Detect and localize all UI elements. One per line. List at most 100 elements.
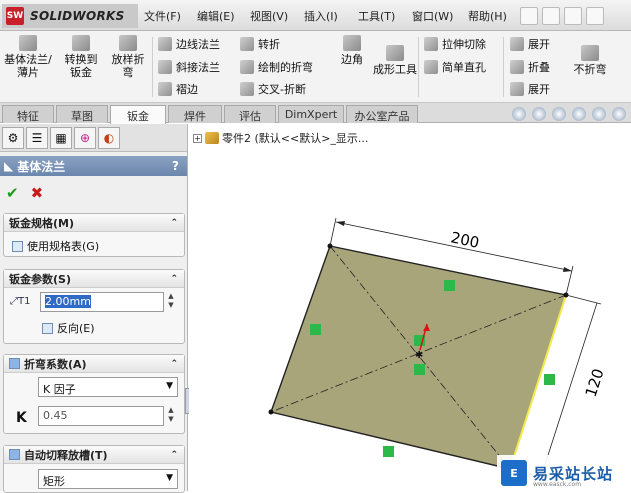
new-document-icon[interactable] <box>542 7 560 25</box>
menu-help[interactable]: 帮助(H) <box>468 8 507 24</box>
thickness-icon: ⤢T1 <box>10 296 31 307</box>
forming-tool-button[interactable]: 成形工具 <box>372 45 418 76</box>
tab-weldments[interactable]: 焊件 <box>168 105 222 123</box>
zoom-area-icon[interactable] <box>532 107 546 121</box>
unfold-button[interactable]: 展开 <box>510 36 550 52</box>
property-manager-panel: ⚙ ☰ ▦ ⊕ ◐ ◣ 基体法兰 ? ✔ ✖ 钣金规格(M) ⌃ 使用规格表(G… <box>0 124 191 493</box>
menu-view[interactable]: 视图(V) <box>250 8 288 24</box>
lofted-bend-icon <box>119 35 137 51</box>
bend-allowance-checkbox[interactable] <box>9 358 20 369</box>
jog-icon <box>240 37 254 51</box>
miter-flange-button[interactable]: 斜接法兰 <box>158 59 220 75</box>
tab-sketch[interactable]: 草图 <box>56 105 108 123</box>
collapse-icon[interactable]: ⌃ <box>170 274 178 284</box>
thickness-spinner[interactable]: ▲ ▼ <box>166 292 176 312</box>
sketched-bend-icon <box>240 60 254 74</box>
use-gauge-table-checkbox[interactable]: 使用规格表(G) <box>12 238 99 254</box>
sketched-bend-button[interactable]: 绘制的折弯 <box>240 59 313 75</box>
display-style-icon[interactable] <box>612 107 626 121</box>
flatten-button[interactable]: 展开 <box>510 81 550 97</box>
section-view-icon[interactable] <box>572 107 586 121</box>
zoom-to-fit-icon[interactable] <box>512 107 526 121</box>
k-factor-input[interactable]: 0.45 <box>38 406 164 426</box>
edge-flange-button[interactable]: 边线法兰 <box>158 36 220 52</box>
hem-button[interactable]: 褶边 <box>158 81 198 97</box>
tab-features[interactable]: 特征 <box>2 105 54 123</box>
graphics-area[interactable]: + 零件2 (默认<<默认>_显示... 200 120 ✱ <box>189 124 631 491</box>
miter-flange-icon <box>158 60 172 74</box>
convert-icon <box>72 35 90 51</box>
cross-break-button[interactable]: 交叉-折断 <box>240 81 306 97</box>
gauge-group-header[interactable]: 钣金规格(M) ⌃ <box>4 214 184 232</box>
gauge-group: 钣金规格(M) ⌃ 使用规格表(G) <box>3 213 185 257</box>
sw-logo-icon: SW <box>6 7 24 25</box>
k-factor-label: K <box>16 410 27 426</box>
tab-office-products[interactable]: 办公室产品 <box>346 105 418 123</box>
collapse-icon[interactable]: ⌃ <box>170 359 178 369</box>
app-name: SOLIDWORKS <box>30 9 125 23</box>
bend-allowance-header[interactable]: 折弯系数(A) ⌃ <box>4 355 184 373</box>
app-logo[interactable]: SW SOLIDWORKS <box>2 4 138 28</box>
configuration-manager-tab-icon[interactable]: ▦ <box>50 126 72 149</box>
relief-type-select[interactable]: 矩形 ▼ <box>38 469 178 489</box>
display-manager-tab-icon[interactable]: ◐ <box>98 126 120 149</box>
cancel-icon[interactable]: ✖ <box>31 184 44 202</box>
collapse-icon[interactable]: ⌃ <box>170 450 178 460</box>
relation-marker-icon[interactable] <box>310 324 321 335</box>
menu-edit[interactable]: 编辑(E) <box>197 8 235 24</box>
save-icon[interactable] <box>586 7 604 25</box>
extruded-cut-icon <box>424 37 438 51</box>
auto-relief-group: 自动切释放槽(T) ⌃ 矩形 ▼ <box>3 445 185 493</box>
help-icon[interactable]: ? <box>172 159 179 173</box>
ok-icon[interactable]: ✔ <box>6 184 19 202</box>
relation-marker-icon[interactable] <box>544 374 555 385</box>
no-bends-button[interactable]: 不折弯 <box>568 45 612 76</box>
pin-icon[interactable] <box>520 7 538 25</box>
menu-tools[interactable]: 工具(T) <box>358 8 395 24</box>
menu-file[interactable]: 文件(F) <box>144 8 181 24</box>
extension-line <box>565 294 602 305</box>
relation-marker-icon[interactable] <box>383 446 394 457</box>
reverse-direction-checkbox[interactable]: 反向(E) <box>42 320 95 336</box>
checkbox[interactable] <box>42 322 53 334</box>
corners-icon <box>343 35 361 51</box>
vertex-point <box>268 409 274 415</box>
checkbox[interactable] <box>12 240 23 252</box>
property-manager-tab-icon[interactable]: ☰ <box>26 126 48 149</box>
previous-view-icon[interactable] <box>552 107 566 121</box>
jog-button[interactable]: 转折 <box>240 36 280 52</box>
corners-button[interactable]: 边角 <box>334 35 370 66</box>
menu-insert[interactable]: 插入(I) <box>304 8 338 24</box>
tab-dimxpert[interactable]: DimXpert <box>278 105 344 123</box>
thickness-input[interactable]: 2.00mm <box>40 292 164 312</box>
open-document-icon[interactable] <box>564 7 582 25</box>
relation-marker-icon[interactable] <box>414 364 425 375</box>
relation-marker-icon[interactable] <box>444 280 455 291</box>
lofted-bend-button[interactable]: 放样折弯 <box>108 35 148 79</box>
k-factor-spinner[interactable]: ▲ ▼ <box>166 406 176 426</box>
simple-hole-icon <box>424 60 438 74</box>
auto-relief-checkbox[interactable] <box>9 449 20 460</box>
dimension-height[interactable]: 120 <box>582 366 608 399</box>
params-group-header[interactable]: 钣金参数(S) ⌃ <box>4 270 184 288</box>
heads-up-view-toolbar <box>512 107 626 121</box>
fold-button[interactable]: 折叠 <box>510 59 550 75</box>
page-title: 基体法兰 <box>17 159 66 174</box>
view-orientation-icon[interactable] <box>592 107 606 121</box>
feature-manager-tab-icon[interactable]: ⚙ <box>2 126 24 149</box>
convert-to-sheet-metal-button[interactable]: 转换到钣金 <box>60 35 102 79</box>
dimension-width[interactable]: 200 <box>449 228 481 252</box>
simple-hole-button[interactable]: 简单直孔 <box>424 59 486 75</box>
auto-relief-header[interactable]: 自动切释放槽(T) ⌃ <box>4 446 184 464</box>
base-flange-button[interactable]: 基体法兰/薄片 <box>4 35 52 79</box>
extruded-cut-button[interactable]: 拉伸切除 <box>424 36 486 52</box>
tab-evaluate[interactable]: 评估 <box>224 105 276 123</box>
bend-allowance-type-select[interactable]: K 因子 ▼ <box>38 377 178 397</box>
collapse-icon[interactable]: ⌃ <box>170 218 178 228</box>
ok-cancel-bar: ✔ ✖ <box>6 184 43 202</box>
dimxpert-manager-tab-icon[interactable]: ⊕ <box>74 126 96 149</box>
quick-access-toolbar <box>520 6 631 26</box>
arrow-head <box>563 267 572 272</box>
tab-sheet-metal[interactable]: 钣金 <box>110 105 166 124</box>
menu-window[interactable]: 窗口(W) <box>412 8 453 24</box>
